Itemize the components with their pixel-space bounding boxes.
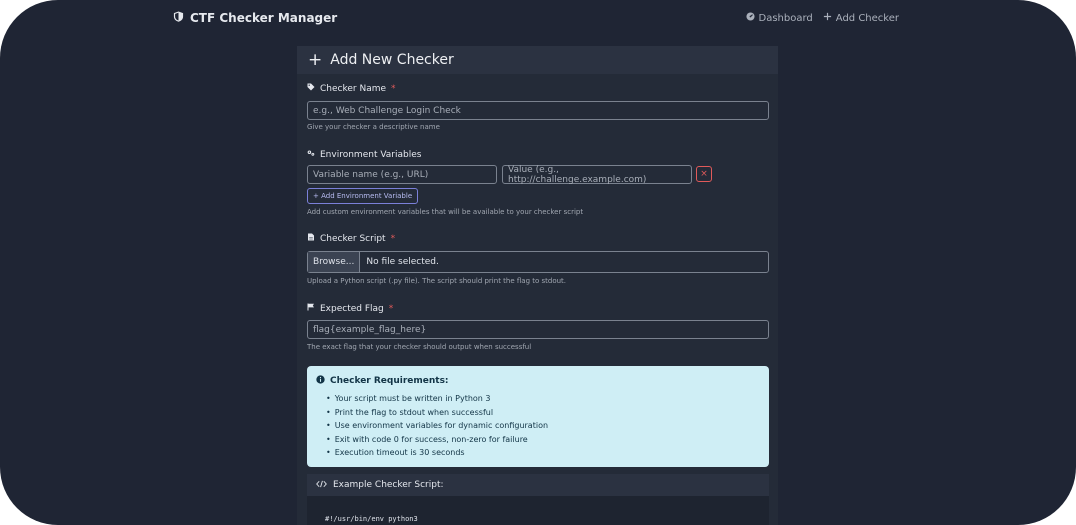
required-mark: * bbox=[390, 233, 396, 244]
gauge-icon bbox=[745, 12, 755, 24]
requirements-list: Your script must be written in Python 3 … bbox=[316, 392, 760, 460]
list-item: Print the flag to stdout when successful bbox=[326, 406, 760, 420]
requirements-alert: Checker Requirements: Your script must b… bbox=[307, 366, 769, 467]
list-item: Execution timeout is 30 seconds bbox=[326, 446, 760, 460]
shield-icon bbox=[173, 11, 184, 25]
file-status: No file selected. bbox=[366, 257, 439, 267]
nav-link-add-checker[interactable]: Add Checker bbox=[823, 12, 899, 24]
checker-script-file-input[interactable]: Browse... No file selected. bbox=[307, 251, 769, 273]
nav-link-label: Dashboard bbox=[758, 12, 813, 24]
checker-name-input[interactable]: e.g., Web Challenge Login Check bbox=[307, 101, 769, 120]
checker-name-help: Give your checker a descriptive name bbox=[307, 123, 440, 131]
requirements-title: Checker Requirements: bbox=[316, 375, 760, 387]
checker-name-label: Checker Name * bbox=[307, 83, 396, 94]
example-script-panel: Example Checker Script: #!/usr/bin/env p… bbox=[307, 474, 769, 525]
nav-links: Dashboard Add Checker bbox=[745, 12, 899, 24]
list-item: Your script must be written in Python 3 bbox=[326, 392, 760, 406]
plus-icon: + bbox=[308, 49, 323, 70]
list-item: Use environment variables for dynamic co… bbox=[326, 419, 760, 433]
brand[interactable]: CTF Checker Manager bbox=[173, 11, 337, 25]
brand-name: CTF Checker Manager bbox=[190, 11, 338, 25]
file-icon bbox=[307, 233, 315, 244]
example-script-header: Example Checker Script: bbox=[307, 474, 769, 496]
example-code: #!/usr/bin/env python3 bbox=[325, 515, 418, 523]
env-vars-help: Add custom environment variables that wi… bbox=[307, 208, 584, 216]
gears-icon bbox=[307, 149, 315, 160]
list-item: Exit with code 0 for success, non-zero f… bbox=[326, 433, 760, 447]
env-vars-label: Environment Variables bbox=[307, 149, 421, 160]
flag-icon bbox=[307, 303, 315, 314]
info-icon bbox=[316, 375, 325, 387]
plus-icon bbox=[823, 12, 832, 24]
code-icon bbox=[316, 480, 327, 491]
required-mark: * bbox=[391, 83, 396, 94]
expected-flag-input[interactable]: flag{example_flag_here} bbox=[307, 320, 769, 339]
nav-link-label: Add Checker bbox=[835, 12, 899, 24]
tag-icon bbox=[307, 83, 315, 94]
page-title: Add New Checker bbox=[330, 52, 454, 68]
browse-button[interactable]: Browse... bbox=[308, 252, 361, 272]
required-mark: * bbox=[388, 303, 394, 314]
add-env-var-button[interactable]: + Add Environment Variable bbox=[307, 188, 419, 204]
checker-script-help: Upload a Python script (.py file). The s… bbox=[307, 277, 567, 285]
close-icon: × bbox=[700, 169, 708, 179]
env-var-value-input[interactable]: Value (e.g., http://challenge.example.co… bbox=[502, 165, 692, 185]
navbar: CTF Checker Manager Dashboard Add Checke… bbox=[0, 0, 1076, 38]
checker-script-label: Checker Script * bbox=[307, 233, 395, 244]
add-checker-card: + Add New Checker Checker Name * e.g., W… bbox=[297, 46, 778, 525]
expected-flag-help: The exact flag that your checker should … bbox=[307, 343, 532, 351]
env-var-name-input[interactable]: Variable name (e.g., URL) bbox=[307, 165, 497, 184]
expected-flag-label: Expected Flag * bbox=[307, 303, 393, 314]
remove-env-var-button[interactable]: × bbox=[696, 166, 712, 182]
nav-link-dashboard[interactable]: Dashboard bbox=[745, 12, 813, 24]
card-header: + Add New Checker bbox=[297, 46, 778, 74]
app-window: CTF Checker Manager Dashboard Add Checke… bbox=[0, 0, 1076, 525]
